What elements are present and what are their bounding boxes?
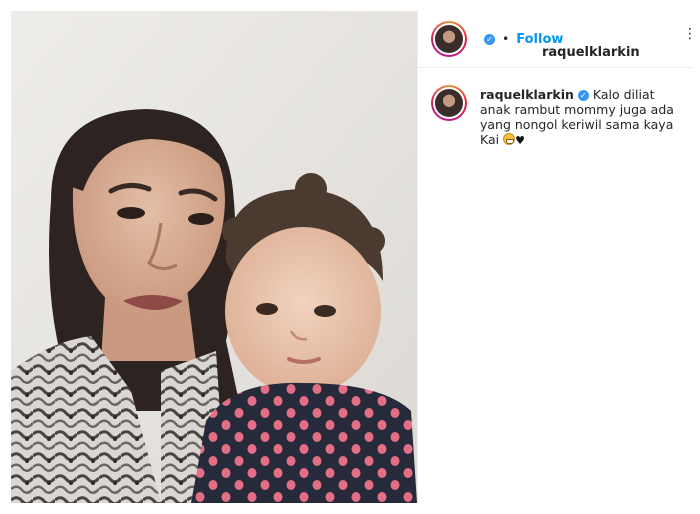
post-header: raquelklarkin ✓ • Follow ⋮ [418,11,697,68]
black-heart-emoji-icon: ♥ [515,134,525,147]
grinning-face-emoji-icon [503,133,516,145]
author-avatar[interactable] [431,21,467,57]
author-username[interactable]: raquelklarkin [542,45,640,60]
verified-badge-icon: ✓ [484,34,495,45]
post-photo-image [11,11,417,503]
post-side-panel: raquelklarkin ✓ • Follow ⋮ raquelklarkin ✓… [417,11,697,503]
caption-verified-badge-icon: ✓ [577,90,589,101]
post-photo[interactable] [11,11,417,503]
separator-dot: • [502,32,510,46]
caption-avatar[interactable] [431,85,467,121]
more-options-icon[interactable]: ⋮ [683,26,697,42]
header-line: raquelklarkin ✓ • Follow [480,28,640,60]
caption-username[interactable]: raquelklarkin [480,87,574,102]
caption-text: raquelklarkin ✓ Kalo diliat anak rambut m… [480,87,680,148]
instagram-post: raquelklarkin ✓ • Follow ⋮ raquelklarkin ✓… [11,11,697,503]
